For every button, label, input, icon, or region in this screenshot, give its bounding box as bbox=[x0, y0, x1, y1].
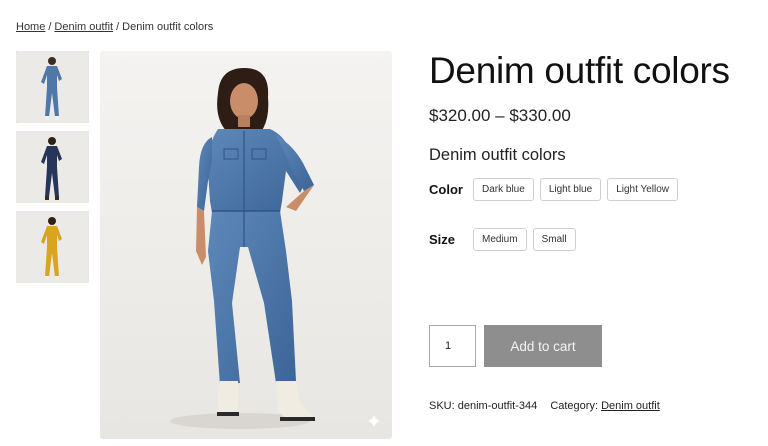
color-option-light-blue[interactable]: Light blue bbox=[539, 178, 602, 201]
breadcrumb-separator: / bbox=[116, 21, 120, 33]
size-label: Size bbox=[429, 232, 456, 247]
sku-value: denim-outfit-344 bbox=[457, 400, 538, 412]
model-dark-blue-image bbox=[16, 131, 89, 203]
main-product-image[interactable] bbox=[100, 51, 392, 439]
size-option-medium[interactable]: Medium bbox=[473, 228, 527, 251]
thumbnail-dark-blue[interactable] bbox=[16, 131, 89, 203]
model-light-blue-image bbox=[16, 51, 89, 123]
model-yellow-image bbox=[16, 211, 89, 283]
product-price: $320.00 – $330.00 bbox=[429, 106, 571, 125]
thumbnail-light-yellow[interactable] bbox=[16, 211, 89, 283]
breadcrumb: Home / Denim outfit / Denim outfit colors bbox=[16, 21, 213, 33]
size-selector: Size Medium Small bbox=[429, 228, 582, 251]
breadcrumb-category-link[interactable]: Denim outfit bbox=[54, 21, 113, 33]
color-selector: Color Dark blue Light blue Light Yellow bbox=[429, 178, 684, 201]
color-option-light-yellow[interactable]: Light Yellow bbox=[607, 178, 679, 201]
product-title: Denim outfit colors bbox=[429, 50, 730, 91]
quantity-input[interactable] bbox=[429, 325, 476, 367]
thumbnail-light-blue[interactable] bbox=[16, 51, 89, 123]
category-label: Category: bbox=[550, 400, 599, 412]
product-meta: SKU: denim-outfit-344 Category: Denim ou… bbox=[429, 400, 660, 412]
product-short-description: Denim outfit colors bbox=[429, 146, 566, 164]
breadcrumb-current: Denim outfit colors bbox=[122, 21, 214, 33]
color-option-dark-blue[interactable]: Dark blue bbox=[473, 178, 534, 201]
size-option-small[interactable]: Small bbox=[532, 228, 576, 251]
breadcrumb-home-link[interactable]: Home bbox=[16, 21, 45, 33]
model-denim-jumpsuit-image bbox=[100, 51, 392, 439]
color-label: Color bbox=[429, 182, 463, 197]
product-details: Denim outfit colors $320.00 – $330.00 De… bbox=[429, 48, 749, 412]
breadcrumb-separator: / bbox=[48, 21, 52, 33]
category-link[interactable]: Denim outfit bbox=[601, 400, 660, 412]
add-to-cart-button[interactable]: Add to cart bbox=[484, 325, 602, 367]
sparkle-icon[interactable] bbox=[365, 412, 383, 430]
thumbnail-gallery bbox=[16, 51, 89, 291]
sku-label: SKU: bbox=[429, 400, 455, 412]
